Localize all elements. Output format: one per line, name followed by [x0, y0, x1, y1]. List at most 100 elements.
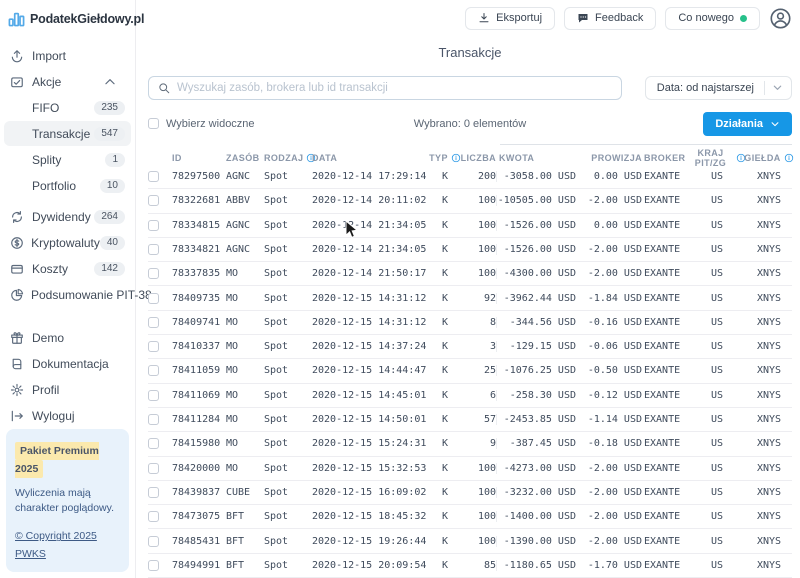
cell-id: 78297500 [172, 171, 226, 182]
cell-kind: Spot [264, 487, 312, 498]
cell-kind: Spot [264, 560, 312, 571]
table-row[interactable]: 78297500AGNCSpot2020-12-14 17:29:14K200-… [148, 165, 792, 189]
table-row[interactable]: 78473075BFTSpot2020-12-15 18:45:32K100-1… [148, 505, 792, 529]
row-checkbox[interactable] [148, 463, 159, 474]
row-checkbox[interactable] [148, 317, 159, 328]
row-checkbox[interactable] [148, 390, 159, 401]
sidebar-item-transakcje[interactable]: Transakcje547 [4, 121, 131, 146]
cell-fee: -2.00 USD [578, 463, 642, 474]
cell-kind: Spot [264, 171, 312, 182]
cell-exch: XNYS [746, 414, 792, 425]
cell-broker: EXANTE [642, 536, 688, 547]
sidebar-item-import[interactable]: Import [4, 43, 131, 68]
cell-qty: 100 [460, 536, 496, 547]
cell-date: 2020-12-15 14:31:12 [312, 293, 430, 304]
table-row[interactable]: 78337835MOSpot2020-12-14 21:50:17K100-43… [148, 262, 792, 286]
sidebar-item-label: Kryptowaluty [31, 236, 100, 250]
cell-exch: XNYS [746, 511, 792, 522]
table-row[interactable]: 78409741MOSpot2020-12-15 14:31:12K8-344.… [148, 311, 792, 335]
cell-fee: -1.70 USD [578, 560, 642, 571]
table-row[interactable]: 78322681ABBVSpot2020-12-14 20:11:02K100-… [148, 189, 792, 213]
sidebar-item-label: Koszty [32, 262, 94, 276]
logo[interactable]: PodatekGiełdowy.pl [0, 10, 135, 27]
cell-date: 2020-12-14 21:34:05 [312, 244, 430, 255]
cell-kind: Spot [264, 293, 312, 304]
cell-date: 2020-12-15 14:50:01 [312, 414, 430, 425]
row-checkbox[interactable] [148, 220, 159, 231]
search-input[interactable] [177, 82, 612, 94]
sidebar-item-dokumentacja[interactable]: Dokumentacja [4, 351, 131, 376]
row-checkbox[interactable] [148, 487, 159, 498]
cell-fee: -0.18 USD [578, 438, 642, 449]
export-button[interactable]: Eksportuj [465, 7, 555, 30]
sidebar-item-dywidendy[interactable]: Dywidendy264 [4, 204, 131, 229]
sidebar-item-demo[interactable]: Demo [4, 325, 131, 350]
cell-asset: AGNC [226, 171, 264, 182]
user-avatar-button[interactable] [769, 7, 792, 30]
table-row[interactable]: 78439837CUBESpot2020-12-15 16:09:02K100-… [148, 481, 792, 505]
sidebar-item-koszty[interactable]: Koszty142 [4, 256, 131, 281]
cell-typ: K [430, 536, 460, 547]
table-row[interactable]: 78410337MOSpot2020-12-15 14:37:24K3-129.… [148, 335, 792, 359]
sidebar-item-label: Podsumowanie PIT-38 [31, 288, 152, 302]
table-row[interactable]: 78494991BFTSpot2020-12-15 20:09:54K85-11… [148, 554, 792, 578]
row-checkbox[interactable] [148, 195, 159, 206]
whats-new-button[interactable]: Co nowego [665, 7, 760, 30]
stocks-icon [10, 75, 25, 89]
table-row[interactable]: 78411284MOSpot2020-12-15 14:50:01K57-245… [148, 408, 792, 432]
sidebar-item-label: Portfolio [32, 179, 100, 193]
sidebar-item-portfolio[interactable]: Portfolio10 [4, 173, 131, 198]
cell-id: 78411059 [172, 365, 226, 376]
sidebar-item-akcje[interactable]: Akcje [4, 69, 131, 94]
row-checkbox[interactable] [148, 536, 159, 547]
cell-fee: -1.84 USD [578, 293, 642, 304]
cell-fee: -2.00 USD [578, 487, 642, 498]
row-checkbox[interactable] [148, 365, 159, 376]
row-checkbox[interactable] [148, 438, 159, 449]
table-row[interactable]: 78485431BFTSpot2020-12-15 19:26:44K100-1… [148, 529, 792, 553]
sidebar-item-pit38[interactable]: Podsumowanie PIT-38 [4, 282, 131, 307]
table-row[interactable]: 78334815AGNCSpot2020-12-14 21:34:05K100-… [148, 214, 792, 238]
cell-exch: XNYS [746, 268, 792, 279]
row-checkbox[interactable] [148, 293, 159, 304]
sidebar-item-wyloguj[interactable]: Wyloguj [4, 403, 131, 428]
table-row[interactable]: 78415980MOSpot2020-12-15 15:24:31K9-387.… [148, 432, 792, 456]
cell-kind: Spot [264, 220, 312, 231]
cell-amount: -129.15 USD [496, 341, 578, 352]
table-row[interactable]: 78334821AGNCSpot2020-12-14 21:34:05K100-… [148, 238, 792, 262]
sidebar-item-label: Dokumentacja [32, 357, 125, 371]
cell-id: 78322681 [172, 195, 226, 206]
sidebar-item-label: FIFO [32, 101, 94, 115]
cell-broker: EXANTE [642, 487, 688, 498]
cell-id: 78409741 [172, 317, 226, 328]
sidebar-item-label: Splity [32, 153, 105, 167]
sort-select[interactable]: Data: od najstarszej [645, 76, 792, 100]
cell-asset: MO [226, 293, 264, 304]
table-row[interactable]: 78409735MOSpot2020-12-15 14:31:12K92-396… [148, 286, 792, 310]
table-row[interactable]: 78411059MOSpot2020-12-15 14:44:47K25-107… [148, 359, 792, 383]
cell-amount: -2453.85 USD [496, 414, 578, 425]
sidebar-item-fifo[interactable]: FIFO235 [4, 95, 131, 120]
cell-asset: BFT [226, 560, 264, 571]
row-checkbox[interactable] [148, 414, 159, 425]
row-checkbox[interactable] [148, 244, 159, 255]
sidebar-item-profil[interactable]: Profil [4, 377, 131, 402]
feedback-button[interactable]: Feedback [564, 7, 656, 30]
table-row[interactable]: 78411069MOSpot2020-12-15 14:45:01K6-258.… [148, 384, 792, 408]
table-row[interactable]: 78420000MOSpot2020-12-15 15:32:53K100-42… [148, 457, 792, 481]
copyright-link[interactable]: © Copyright 2025 PWKS [15, 530, 97, 560]
row-checkbox[interactable] [148, 341, 159, 352]
col-header-typ: TYP [430, 153, 460, 163]
actions-button[interactable]: Działania [703, 112, 792, 136]
filter-row: Data: od najstarszej [148, 76, 792, 100]
row-checkbox[interactable] [148, 560, 159, 571]
search-box[interactable] [148, 76, 622, 100]
sidebar-item-kryptowaluty[interactable]: Kryptowaluty40 [4, 230, 131, 255]
row-checkbox[interactable] [148, 511, 159, 522]
row-checkbox[interactable] [148, 268, 159, 279]
cell-typ: K [430, 220, 460, 231]
cell-date: 2020-12-15 15:24:31 [312, 438, 430, 449]
cell-id: 78410337 [172, 341, 226, 352]
sidebar-item-splity[interactable]: Splity1 [4, 147, 131, 172]
row-checkbox[interactable] [148, 171, 159, 182]
